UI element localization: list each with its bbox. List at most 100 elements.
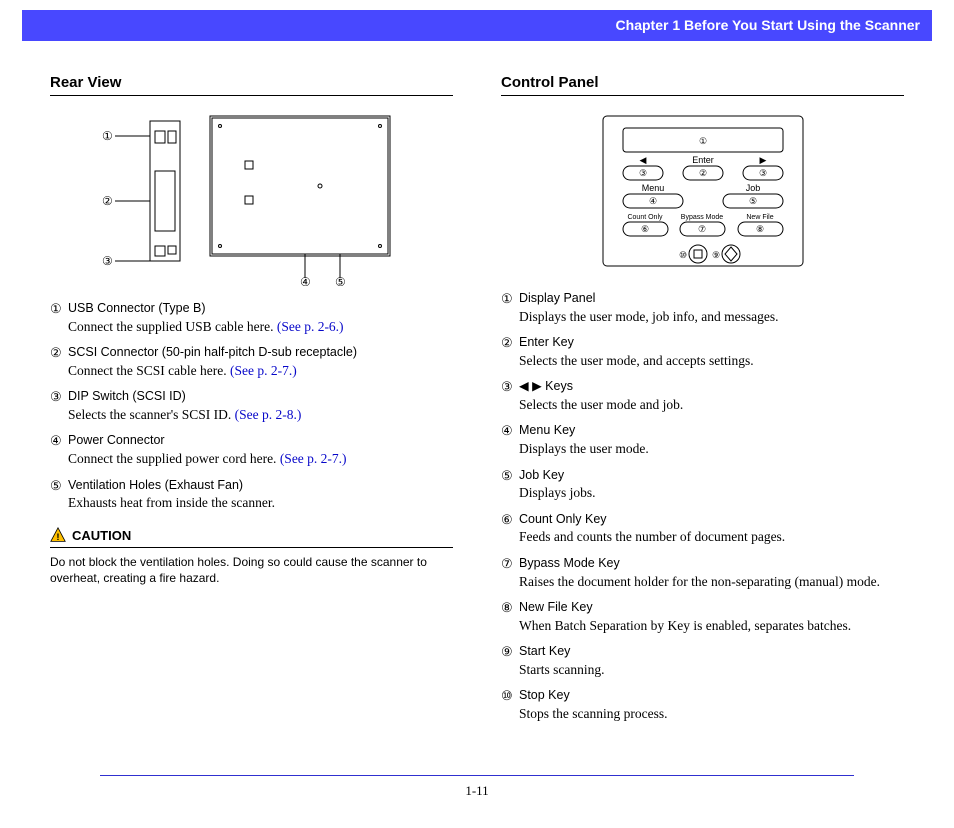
footer-divider xyxy=(100,775,854,776)
caution-text: Do not block the ventilation holes. Doin… xyxy=(50,554,453,586)
callout-desc: Displays the user mode, job info, and me… xyxy=(519,308,904,326)
callout-number: ② xyxy=(501,334,513,352)
callout-number: ④ xyxy=(50,432,62,450)
callout-label: Display Panel xyxy=(519,291,595,305)
callout-desc: Displays the user mode. xyxy=(519,440,904,458)
svg-text:Job: Job xyxy=(745,183,760,193)
page-footer: 1-11 xyxy=(0,775,954,800)
callout-item: ② SCSI Connector (50-pin half-pitch D-su… xyxy=(50,344,453,380)
page-ref-link[interactable]: (See p. 2-8.) xyxy=(235,407,302,422)
callout-number: ⑤ xyxy=(50,477,62,495)
callout-desc: Stops the scanning process. xyxy=(519,705,904,723)
callout-label: Start Key xyxy=(519,644,570,658)
svg-text:Menu: Menu xyxy=(641,183,664,193)
callout-label: Job Key xyxy=(519,468,564,482)
svg-text:①: ① xyxy=(698,136,706,146)
callout-label: USB Connector (Type B) xyxy=(68,301,206,315)
divider xyxy=(50,547,453,548)
callout-desc: Connect the supplied USB cable here. (Se… xyxy=(68,318,453,336)
svg-text:④: ④ xyxy=(648,196,656,206)
callout-item: ② Enter Key Selects the user mode, and a… xyxy=(501,334,904,370)
rear-view-heading: Rear View xyxy=(50,73,453,96)
svg-text:Bypass Mode: Bypass Mode xyxy=(680,214,723,221)
callout-label: ◀ ▶ Keys xyxy=(519,379,573,393)
svg-text:④: ④ xyxy=(300,275,311,286)
svg-text:⑨: ⑨ xyxy=(711,250,719,260)
callout-item: ① USB Connector (Type B) Connect the sup… xyxy=(50,300,453,336)
caution-label: CAUTION xyxy=(72,527,131,545)
callout-desc: When Batch Separation by Key is enabled,… xyxy=(519,617,904,635)
svg-text:⑥: ⑥ xyxy=(640,224,648,234)
callout-desc: Selects the user mode, and accepts setti… xyxy=(519,352,904,370)
callout-label: Count Only Key xyxy=(519,512,607,526)
callout-number: ① xyxy=(50,300,62,318)
page-ref-link[interactable]: (See p. 2-7.) xyxy=(280,451,347,466)
callout-label: Stop Key xyxy=(519,688,570,702)
callout-desc: Displays jobs. xyxy=(519,484,904,502)
svg-text:①: ① xyxy=(102,129,113,143)
callout-label: New File Key xyxy=(519,600,593,614)
callout-number: ⑩ xyxy=(501,687,513,705)
callout-desc: Feeds and counts the number of document … xyxy=(519,528,904,546)
callout-item: ③ ◀ ▶ Keys Selects the user mode and job… xyxy=(501,378,904,414)
callout-number: ③ xyxy=(50,388,62,406)
page-ref-link[interactable]: (See p. 2-6.) xyxy=(277,319,344,334)
svg-text:Count Only: Count Only xyxy=(627,214,663,221)
callout-label: Ventilation Holes (Exhaust Fan) xyxy=(68,478,243,492)
svg-text:③: ③ xyxy=(638,168,646,178)
callout-item: ⑦ Bypass Mode Key Raises the document ho… xyxy=(501,555,904,591)
warning-icon: ! xyxy=(50,527,66,543)
callout-desc: Exhausts heat from inside the scanner. xyxy=(68,494,453,512)
callout-item: ⑧ New File Key When Batch Separation by … xyxy=(501,599,904,635)
callout-label: Menu Key xyxy=(519,423,575,437)
control-panel-heading: Control Panel xyxy=(501,73,904,96)
rear-view-list: ① USB Connector (Type B) Connect the sup… xyxy=(50,300,453,512)
callout-label: SCSI Connector (50-pin half-pitch D-sub … xyxy=(68,345,357,359)
callout-number: ⑧ xyxy=(501,599,513,617)
svg-text:⑤: ⑤ xyxy=(748,196,756,206)
rear-view-diagram: ① ② ③ ④ ⑤ xyxy=(90,106,453,286)
callout-label: Power Connector xyxy=(68,433,165,447)
chapter-header: Chapter 1 Before You Start Using the Sca… xyxy=(22,10,932,41)
callout-number: ② xyxy=(50,344,62,362)
callout-number: ⑦ xyxy=(501,555,513,573)
callout-item: ⑨ Start Key Starts scanning. xyxy=(501,643,904,679)
callout-desc: Selects the scanner's SCSI ID. (See p. 2… xyxy=(68,406,453,424)
callout-desc: Connect the supplied power cord here. (S… xyxy=(68,450,453,468)
callout-desc: Starts scanning. xyxy=(519,661,904,679)
svg-text:◀: ◀ xyxy=(639,155,646,165)
page-number: 1-11 xyxy=(465,783,488,798)
svg-text:⑩: ⑩ xyxy=(678,250,686,260)
callout-label: DIP Switch (SCSI ID) xyxy=(68,389,186,403)
callout-item: ① Display Panel Displays the user mode, … xyxy=(501,290,904,326)
callout-number: ③ xyxy=(501,378,513,396)
callout-item: ⑩ Stop Key Stops the scanning process. xyxy=(501,687,904,723)
callout-item: ④ Power Connector Connect the supplied p… xyxy=(50,432,453,468)
callout-item: ⑥ Count Only Key Feeds and counts the nu… xyxy=(501,511,904,547)
page-content: Rear View xyxy=(0,41,954,731)
left-column: Rear View xyxy=(50,61,453,731)
callout-item: ③ DIP Switch (SCSI ID) Selects the scann… xyxy=(50,388,453,424)
svg-text:New File: New File xyxy=(746,214,773,221)
callout-number: ④ xyxy=(501,422,513,440)
svg-text:③: ③ xyxy=(102,254,113,268)
svg-text:②: ② xyxy=(698,168,706,178)
caution-heading: ! CAUTION xyxy=(50,527,453,545)
callout-number: ⑨ xyxy=(501,643,513,661)
svg-text:⑧: ⑧ xyxy=(755,224,763,234)
svg-text:②: ② xyxy=(102,194,113,208)
control-panel-diagram: ① ◀ Enter ▶ ③ ② ③ Menu Job ④ ⑤ Count Onl… xyxy=(583,106,823,276)
callout-number: ⑥ xyxy=(501,511,513,529)
callout-item: ⑤ Ventilation Holes (Exhaust Fan) Exhaus… xyxy=(50,477,453,513)
callout-label: Bypass Mode Key xyxy=(519,556,620,570)
svg-text:③: ③ xyxy=(758,168,766,178)
svg-text:!: ! xyxy=(56,532,59,543)
page-ref-link[interactable]: (See p. 2-7.) xyxy=(230,363,297,378)
callout-desc: Raises the document holder for the non-s… xyxy=(519,573,904,591)
svg-text:⑦: ⑦ xyxy=(697,224,705,234)
callout-desc: Connect the SCSI cable here. (See p. 2-7… xyxy=(68,362,453,380)
svg-text:▶: ▶ xyxy=(759,155,766,165)
control-panel-list: ① Display Panel Displays the user mode, … xyxy=(501,290,904,723)
svg-text:Enter: Enter xyxy=(692,155,714,165)
callout-number: ① xyxy=(501,290,513,308)
